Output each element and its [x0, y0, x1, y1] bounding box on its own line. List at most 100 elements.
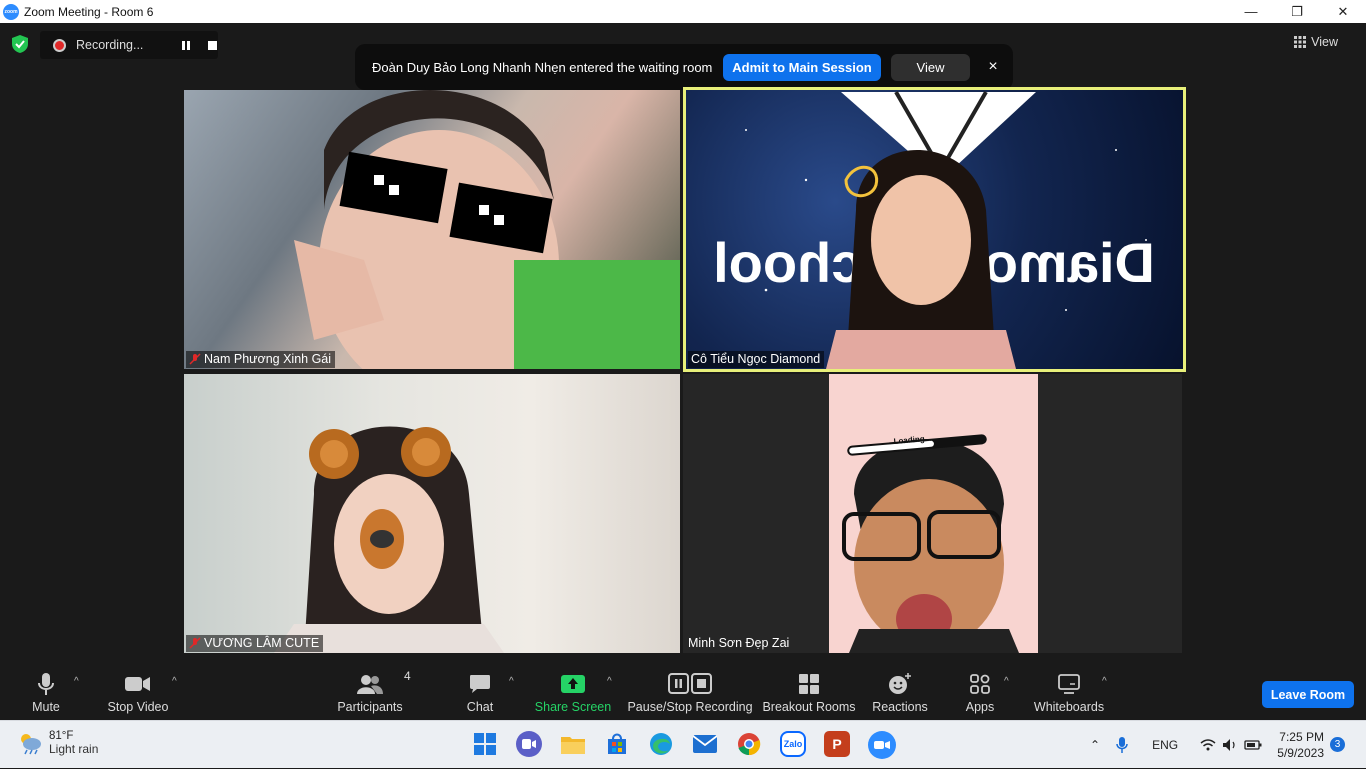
whiteboards-label: Whiteboards [1033, 700, 1105, 714]
chat-bubble-icon [470, 675, 490, 693]
chat-options-caret[interactable]: ^ [509, 676, 514, 687]
weather-widget[interactable]: 81°F Light rain [17, 730, 98, 756]
zoom-logo-icon: zoom [3, 3, 19, 20]
battery-icon[interactable] [1244, 739, 1262, 751]
chrome-icon[interactable] [736, 731, 762, 757]
leave-room-button[interactable]: Leave Room [1262, 681, 1354, 708]
video-tile-4[interactable]: Loading... Minh Sơn Đẹp Zai [683, 374, 1182, 653]
mic-muted-icon [189, 353, 201, 365]
powerpoint-icon[interactable]: P [824, 731, 850, 757]
participant-name-tag: Nam Phương Xinh Gái [186, 351, 336, 368]
participants-count: 4 [404, 669, 411, 683]
participant-name-tag: VƯƠNG LÂM CUTE [186, 635, 324, 652]
microphone-icon [38, 673, 54, 695]
edge-icon[interactable] [648, 731, 674, 757]
video-tile-3[interactable]: VƯƠNG LÂM CUTE [184, 374, 680, 653]
apps-options-caret[interactable]: ^ [1004, 676, 1009, 687]
reactions-smiley-icon [889, 673, 911, 694]
breakout-rooms-icon [799, 674, 819, 694]
participant-name: Minh Sơn Đẹp Zai [688, 636, 790, 650]
breakout-rooms-button[interactable]: Breakout Rooms [762, 663, 856, 720]
zoom-icon[interactable] [868, 731, 896, 759]
light-rain-weather-icon [21, 734, 41, 755]
participant-video-3 [274, 426, 504, 653]
video-options-caret[interactable]: ^ [172, 676, 177, 687]
reactions-label: Reactions [872, 700, 928, 714]
mute-label: Mute [32, 700, 60, 714]
view-waiting-room-button[interactable]: View [891, 53, 970, 81]
breakout-rooms-label: Breakout Rooms [762, 700, 856, 714]
recording-label: Recording... [76, 38, 144, 52]
notification-message: Đoàn Duy Bảo Long Nhanh Nhẹn entered the… [372, 59, 713, 75]
taskbar-clock[interactable]: 7:25 PM 5/9/2023 [1268, 729, 1324, 761]
clock-time: 7:25 PM [1279, 730, 1324, 744]
windows-taskbar: 81°F Light rain Zalo P ⌃ ENG 7:25 PM 5/9… [0, 720, 1366, 768]
video-camera-icon [125, 677, 150, 691]
shield-icon[interactable] [12, 35, 28, 53]
recording-indicator: Recording... [40, 31, 218, 59]
zalo-icon[interactable]: Zalo [780, 731, 806, 757]
participant-name: VƯƠNG LÂM CUTE [204, 636, 320, 650]
record-dot-icon [53, 38, 66, 52]
view-layout-button[interactable]: View [1294, 35, 1338, 49]
apps-button[interactable]: Apps [962, 663, 998, 720]
meeting-toolbar: Mute ^ Stop Video ^ 4 Participants Chat … [0, 663, 1366, 720]
share-options-caret[interactable]: ^ [607, 676, 612, 687]
window-controls: — ❐ ✕ [1228, 0, 1366, 23]
wifi-icon[interactable] [1200, 739, 1216, 751]
participant-video-4: Loading... [829, 374, 1038, 653]
whiteboards-button[interactable]: Whiteboards [1032, 663, 1106, 720]
participant-video-2: Diamond School [713, 91, 1155, 369]
stop-video-button[interactable]: Stop Video [106, 663, 170, 720]
participants-icon [357, 675, 383, 694]
share-screen-button[interactable]: Share Screen [534, 663, 612, 720]
close-window-button[interactable]: ✕ [1320, 0, 1366, 23]
volume-icon[interactable] [1222, 738, 1238, 752]
file-explorer-icon[interactable] [560, 731, 586, 757]
meeting-area: Recording... Đoàn Duy Bảo Long Nhanh Nhẹ… [0, 23, 1366, 663]
weather-condition: Light rain [49, 742, 99, 756]
pause-recording-button[interactable] [176, 40, 196, 50]
minimize-button[interactable]: — [1228, 0, 1274, 23]
reactions-button[interactable]: Reactions [872, 663, 928, 720]
waiting-room-notification: Đoàn Duy Bảo Long Nhanh Nhẹn entered the… [355, 44, 1013, 90]
pause-stop-recording-button[interactable]: Pause/Stop Recording [627, 663, 753, 720]
close-notification-icon[interactable]: × [986, 58, 1000, 76]
share-screen-label: Share Screen [534, 700, 612, 714]
stop-recording-button[interactable] [208, 40, 217, 50]
input-language-indicator[interactable]: ENG [1152, 738, 1178, 752]
chat-button[interactable]: Chat [464, 663, 496, 720]
participants-button[interactable]: 4 Participants [337, 663, 410, 720]
pause-stop-recording-icon [668, 673, 712, 694]
apps-icon [970, 674, 990, 694]
whiteboards-options-caret[interactable]: ^ [1102, 676, 1107, 687]
maximize-button[interactable]: ❐ [1274, 0, 1320, 23]
teams-icon[interactable] [516, 731, 542, 757]
participant-name-tag: Minh Sơn Đẹp Zai [685, 635, 793, 652]
participant-video-1 [294, 90, 680, 369]
notification-count-badge[interactable]: 3 [1330, 737, 1345, 752]
video-tile-2-active-speaker[interactable]: Diamond School Cô Tiểu Ngọc Diamond [683, 87, 1186, 372]
admit-to-main-session-button[interactable]: Admit to Main Session [723, 53, 881, 81]
pause-stop-recording-label: Pause/Stop Recording [627, 700, 753, 714]
participant-name: Cô Tiểu Ngọc Diamond [691, 352, 821, 366]
mute-button[interactable]: Mute [24, 663, 68, 720]
apps-label: Apps [965, 700, 995, 714]
clock-date: 5/9/2023 [1277, 746, 1324, 760]
stop-video-label: Stop Video [107, 700, 169, 714]
grid-view-icon [1294, 36, 1307, 48]
audio-options-caret[interactable]: ^ [74, 676, 79, 687]
microphone-tray-icon[interactable] [1116, 737, 1128, 753]
microsoft-store-icon[interactable] [604, 731, 630, 757]
video-tile-1[interactable]: Nam Phương Xinh Gái [184, 90, 680, 369]
participant-name: Nam Phương Xinh Gái [204, 352, 332, 366]
participant-name-tag: Cô Tiểu Ngọc Diamond [688, 351, 825, 368]
window-title: Zoom Meeting - Room 6 [24, 4, 154, 19]
participants-label: Participants [337, 700, 403, 714]
view-label: View [1311, 35, 1338, 49]
mail-icon[interactable] [692, 731, 718, 757]
weather-temperature: 81°F [49, 730, 74, 742]
start-icon[interactable] [472, 731, 498, 757]
show-hidden-icons-chevron-icon[interactable]: ⌃ [1090, 738, 1100, 752]
mic-muted-icon [189, 637, 201, 649]
